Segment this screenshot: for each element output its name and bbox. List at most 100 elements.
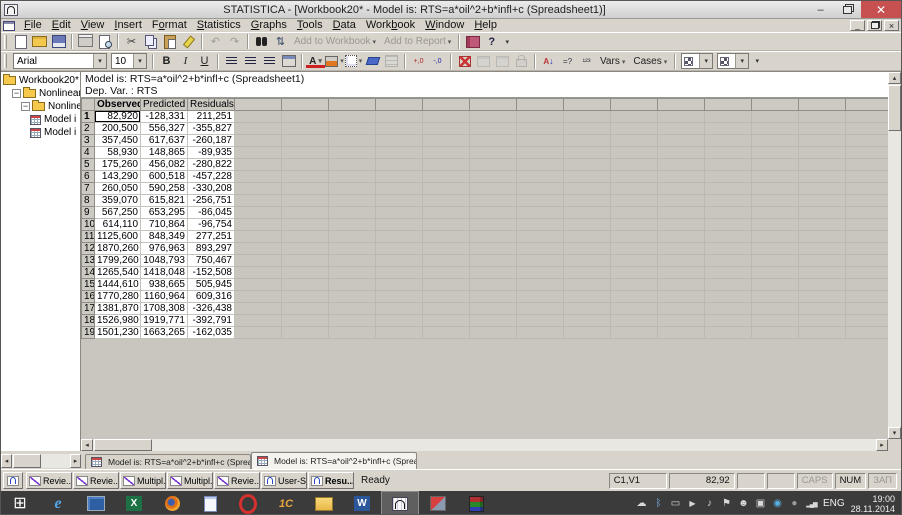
print-preview-icon[interactable] bbox=[95, 33, 114, 50]
empty-cell[interactable] bbox=[517, 255, 564, 267]
row-header[interactable]: 11 bbox=[82, 231, 95, 243]
scroll-left-icon[interactable]: ◂ bbox=[81, 439, 93, 451]
empty-cell[interactable] bbox=[705, 147, 752, 159]
empty-cell[interactable] bbox=[235, 207, 282, 219]
empty-cell[interactable] bbox=[470, 111, 517, 123]
horizontal-scrollbar[interactable]: ◂ ▸ bbox=[81, 439, 888, 451]
undo-icon[interactable] bbox=[206, 33, 225, 50]
data-cell[interactable]: 143,290 bbox=[95, 171, 141, 183]
tree-item[interactable]: Nonlinear Estir bbox=[1, 87, 80, 100]
empty-cell[interactable] bbox=[517, 135, 564, 147]
row-header[interactable]: 14 bbox=[82, 267, 95, 279]
data-cell[interactable]: 590,258 bbox=[141, 183, 188, 195]
menu-data[interactable]: Data bbox=[328, 19, 361, 32]
empty-cell[interactable] bbox=[470, 219, 517, 231]
empty-cell[interactable] bbox=[376, 207, 423, 219]
empty-cell[interactable] bbox=[705, 243, 752, 255]
data-cell[interactable]: 653,295 bbox=[141, 207, 188, 219]
empty-cell[interactable] bbox=[423, 207, 470, 219]
empty-cell[interactable] bbox=[799, 243, 846, 255]
empty-cell[interactable] bbox=[282, 135, 329, 147]
taskbar-item-fine-reader-icon[interactable] bbox=[419, 491, 457, 515]
empty-cell[interactable] bbox=[517, 219, 564, 231]
row-header[interactable]: 18 bbox=[82, 315, 95, 327]
add-to-report-button[interactable]: Add to Report bbox=[380, 36, 455, 47]
empty-cell[interactable] bbox=[423, 183, 470, 195]
empty-cell[interactable] bbox=[611, 195, 658, 207]
empty-cell[interactable] bbox=[470, 231, 517, 243]
data-cell[interactable]: -86,045 bbox=[188, 207, 235, 219]
menu-tools[interactable]: Tools bbox=[292, 19, 328, 32]
window-button-7[interactable]: Resu... bbox=[308, 472, 354, 489]
empty-cell[interactable] bbox=[423, 171, 470, 183]
empty-cell[interactable] bbox=[517, 279, 564, 291]
mdi-restore-button[interactable] bbox=[867, 20, 882, 31]
italic-icon[interactable]: I bbox=[176, 53, 195, 70]
data-cell[interactable]: 567,250 bbox=[95, 207, 141, 219]
taskbar-item-excel-icon[interactable]: X bbox=[115, 491, 153, 515]
cell-specs-icon[interactable] bbox=[577, 53, 596, 70]
empty-cell[interactable] bbox=[658, 135, 705, 147]
empty-cell[interactable] bbox=[846, 219, 889, 231]
empty-cell[interactable] bbox=[611, 231, 658, 243]
vertical-scrollbar[interactable]: ▴ ▾ bbox=[888, 72, 901, 439]
data-cell[interactable]: 1799,260 bbox=[95, 255, 141, 267]
taskbar-item-word-icon[interactable]: W bbox=[343, 491, 381, 515]
empty-cell[interactable] bbox=[470, 291, 517, 303]
menu-edit[interactable]: Edit bbox=[47, 19, 76, 32]
data-cell[interactable]: -457,228 bbox=[188, 171, 235, 183]
empty-cell[interactable] bbox=[705, 183, 752, 195]
empty-cell[interactable] bbox=[799, 207, 846, 219]
empty-cell[interactable] bbox=[846, 291, 889, 303]
empty-cell[interactable] bbox=[658, 111, 705, 123]
empty-cell[interactable] bbox=[282, 159, 329, 171]
toolbar-grip[interactable] bbox=[4, 54, 7, 68]
empty-cell[interactable] bbox=[846, 147, 889, 159]
empty-cell[interactable] bbox=[752, 159, 799, 171]
empty-cell[interactable] bbox=[846, 231, 889, 243]
empty-cell[interactable] bbox=[329, 207, 376, 219]
empty-cell[interactable] bbox=[799, 195, 846, 207]
empty-cell[interactable] bbox=[470, 243, 517, 255]
empty-cell[interactable] bbox=[611, 255, 658, 267]
row-header[interactable]: 4 bbox=[82, 147, 95, 159]
paste-icon[interactable] bbox=[160, 33, 179, 50]
empty-cell[interactable] bbox=[517, 183, 564, 195]
copy-with-headers-icon[interactable] bbox=[474, 53, 493, 70]
status-icon[interactable] bbox=[789, 498, 800, 509]
increase-decimals-icon[interactable] bbox=[409, 53, 428, 70]
window-button-5[interactable]: Revie... bbox=[214, 472, 260, 489]
empty-cell[interactable] bbox=[282, 231, 329, 243]
empty-cell[interactable] bbox=[705, 111, 752, 123]
empty-cell[interactable] bbox=[235, 111, 282, 123]
empty-cell[interactable] bbox=[329, 159, 376, 171]
toolbar-options-icon[interactable] bbox=[501, 33, 513, 50]
empty-cell[interactable] bbox=[799, 159, 846, 171]
empty-cell[interactable] bbox=[564, 207, 611, 219]
grid-corner-cell[interactable] bbox=[82, 99, 95, 111]
flag-icon[interactable] bbox=[721, 498, 732, 509]
data-cell[interactable]: 505,945 bbox=[188, 279, 235, 291]
toolbar-options-icon[interactable] bbox=[751, 53, 763, 70]
empty-cell[interactable] bbox=[799, 147, 846, 159]
empty-cell[interactable] bbox=[423, 267, 470, 279]
new-document-icon[interactable] bbox=[11, 33, 30, 50]
data-cell[interactable]: 1444,610 bbox=[95, 279, 141, 291]
empty-cell[interactable] bbox=[376, 219, 423, 231]
empty-cell[interactable] bbox=[329, 183, 376, 195]
row-header[interactable]: 15 bbox=[82, 279, 95, 291]
empty-cell[interactable] bbox=[705, 315, 752, 327]
mdi-minimize-button[interactable]: _ bbox=[850, 20, 865, 31]
paste-special-icon[interactable] bbox=[493, 53, 512, 70]
chat-icon[interactable] bbox=[755, 498, 766, 509]
column-header-residuals[interactable]: Residuals bbox=[188, 99, 235, 111]
window-button-2[interactable]: Revie... bbox=[73, 472, 119, 489]
empty-cell[interactable] bbox=[423, 111, 470, 123]
add-to-workbook-button[interactable]: Add to Workbook bbox=[290, 36, 380, 47]
statistica-start-button[interactable] bbox=[3, 472, 23, 489]
empty-cell[interactable] bbox=[564, 279, 611, 291]
data-cell[interactable]: -89,935 bbox=[188, 147, 235, 159]
empty-cell[interactable] bbox=[376, 315, 423, 327]
menu-view[interactable]: View bbox=[76, 19, 110, 32]
scroll-right-icon[interactable]: ▸ bbox=[876, 439, 888, 451]
